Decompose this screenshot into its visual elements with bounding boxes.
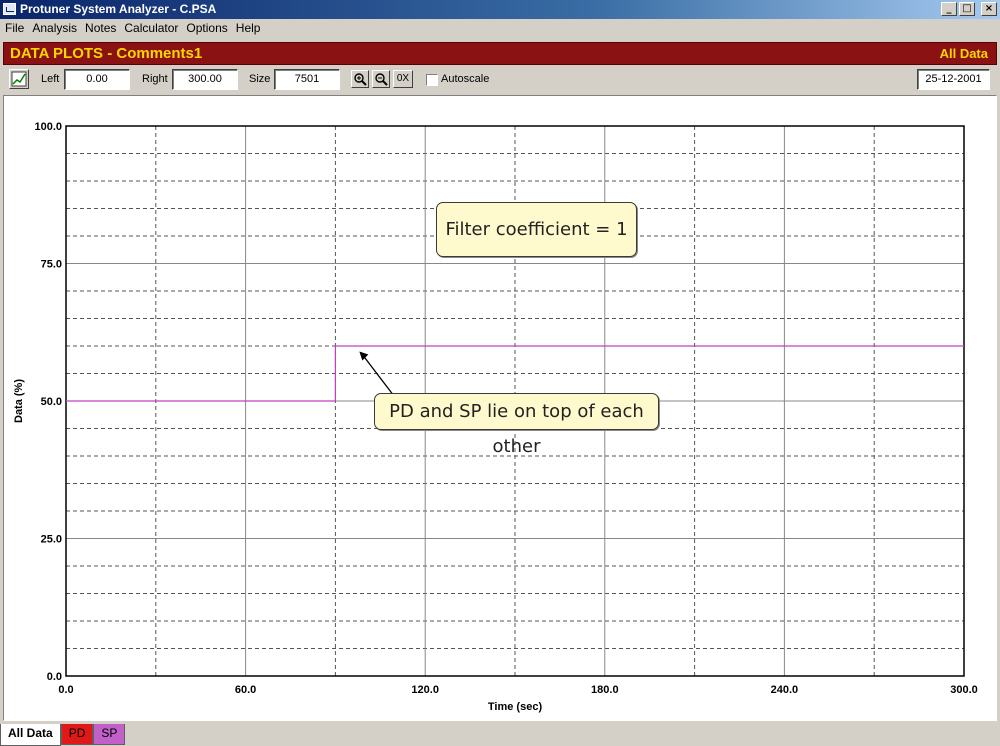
autoscale-checkbox[interactable]: [426, 74, 438, 86]
plot-panel: 0.0 60.0 120.0 180.0 240.0 300.0 0.0 25.0 50.0 75…: [3, 95, 997, 721]
size-input[interactable]: 7501: [274, 69, 340, 90]
annotation-arrow: [361, 354, 395, 397]
right-label: Right: [142, 73, 168, 85]
size-label: Size: [249, 73, 271, 85]
x-tick-label: 300.0: [950, 684, 978, 696]
y-axis-label: Data (%): [13, 379, 25, 423]
tab-sp[interactable]: SP: [93, 724, 126, 745]
x-tick-label: 180.0: [591, 684, 619, 696]
filter-callout: Filter coefficient = 1: [436, 202, 637, 257]
overlap-callout: PD and SP lie on top of each other: [374, 393, 659, 457]
zero-x-button[interactable]: 0X: [393, 70, 413, 88]
menu-file[interactable]: File: [2, 19, 29, 38]
left-label: Left: [41, 73, 60, 85]
window-title: Protuner System Analyzer - C.PSA: [20, 2, 217, 16]
window-controls: _ □ ×: [941, 2, 997, 16]
x-tick-label: 240.0: [771, 684, 799, 696]
toolbar: Left 0.00 Right 300.00 Size 7501 0X Auto…: [3, 66, 997, 93]
y-tick-label: 75.0: [41, 259, 62, 271]
x-axis-label: Time (sec): [488, 701, 543, 713]
plot-header: DATA PLOTS - Comments1 All Data: [3, 42, 997, 65]
annotation-arrowhead: [359, 351, 369, 361]
tab-all-data[interactable]: All Data: [0, 724, 61, 746]
zoom-in-icon[interactable]: [351, 70, 369, 88]
close-button[interactable]: ×: [981, 2, 997, 16]
autoscale-label: Autoscale: [441, 73, 490, 85]
y-tick-label: 50.0: [41, 396, 62, 408]
minimize-button[interactable]: _: [941, 2, 957, 16]
tab-pd[interactable]: PD: [60, 724, 94, 745]
x-tick-label: 0.0: [58, 684, 73, 696]
menu-bar: File Analysis Notes Calculator Options H…: [0, 19, 1000, 38]
plot-title: DATA PLOTS - Comments1: [10, 45, 203, 62]
menu-help[interactable]: Help: [233, 19, 266, 38]
y-tick-label: 100.0: [34, 121, 62, 133]
menu-options[interactable]: Options: [183, 19, 232, 38]
date-field: 25-12-2001: [917, 69, 990, 90]
menu-calculator[interactable]: Calculator: [121, 19, 183, 38]
series-tabs: All Data PD SP: [0, 724, 126, 746]
y-tick-label: 0.0: [47, 671, 62, 683]
menu-notes[interactable]: Notes: [82, 19, 121, 38]
title-bar: Protuner System Analyzer - C.PSA _ □ ×: [0, 0, 1000, 19]
data-scope-label: All Data: [939, 46, 988, 61]
x-tick-label: 60.0: [235, 684, 256, 696]
right-input[interactable]: 300.00: [172, 69, 238, 90]
x-tick-label: 120.0: [411, 684, 439, 696]
trend-chart-icon[interactable]: [9, 69, 29, 89]
menu-analysis[interactable]: Analysis: [29, 19, 82, 38]
y-tick-label: 25.0: [41, 534, 62, 546]
app-icon: [3, 3, 16, 15]
zoom-out-icon[interactable]: [372, 70, 390, 88]
left-input[interactable]: 0.00: [64, 69, 130, 90]
maximize-button[interactable]: □: [959, 2, 975, 16]
